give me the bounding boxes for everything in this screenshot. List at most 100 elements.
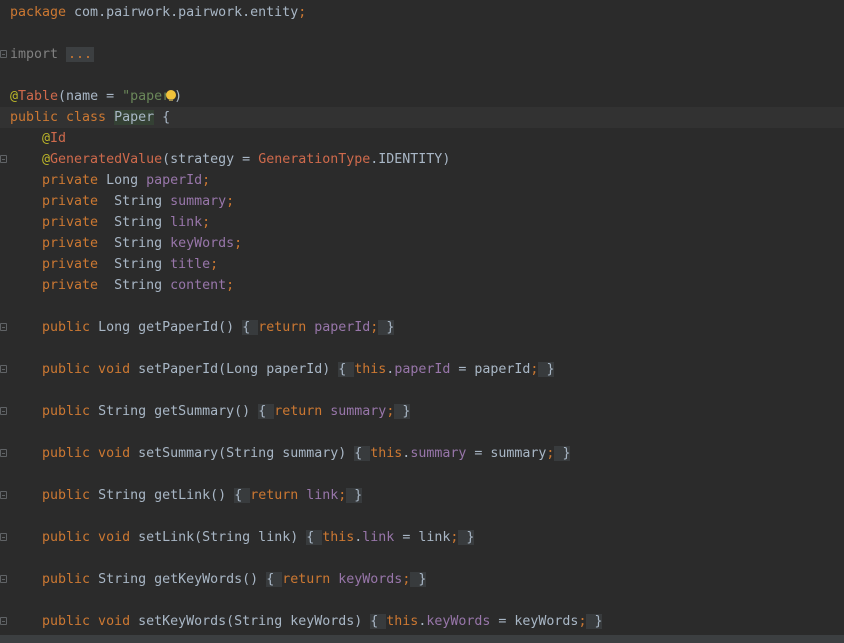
code-line[interactable]: @Id [0, 128, 844, 149]
code-text: public Long getPaperId() { return paperI… [10, 317, 395, 338]
code-line[interactable] [0, 506, 844, 527]
code-line[interactable]: private String content; [0, 275, 844, 296]
code-line[interactable] [0, 380, 844, 401]
code-token: getSummary [154, 404, 235, 419]
code-line[interactable]: private String summary; [0, 191, 844, 212]
code-token: public void [10, 446, 139, 461]
code-line[interactable]: public String getLink() { return link; } [0, 485, 844, 506]
code-line[interactable]: private String link; [0, 212, 844, 233]
fold-marker-icon[interactable] [0, 491, 7, 499]
code-token: paperId [314, 320, 371, 335]
code-text: public void setSummary(String summary) {… [10, 443, 571, 464]
fold-marker-icon[interactable] [0, 407, 7, 415]
code-token: String [114, 194, 171, 209]
code-token: return [250, 488, 307, 503]
code-line[interactable]: public Long getPaperId() { return paperI… [0, 317, 844, 338]
code-token: String [114, 278, 171, 293]
code-text: package com.pairwork.pairwork.entity; [10, 2, 306, 23]
code-text: private String title; [10, 254, 218, 275]
code-token: = link [394, 530, 451, 545]
code-line[interactable]: public class Paper { [0, 107, 844, 128]
code-token: public void [10, 362, 139, 377]
code-text: public String getLink() { return link; } [10, 485, 363, 506]
code-line[interactable]: public String getSummary() { return summ… [0, 401, 844, 422]
fold-marker-icon[interactable] [0, 365, 7, 373]
code-token: this [386, 614, 419, 629]
code-line[interactable]: private String title; [0, 254, 844, 275]
code-token: String [98, 488, 155, 503]
code-token: keyWords [170, 236, 235, 251]
code-line[interactable] [0, 464, 844, 485]
code-line[interactable] [0, 590, 844, 611]
code-token: getLink [154, 488, 211, 503]
code-token: { [154, 110, 171, 125]
code-token: = keyWords [490, 614, 579, 629]
code-line[interactable]: import ... [0, 44, 844, 65]
fold-marker-icon[interactable] [0, 155, 7, 163]
code-line[interactable]: public String getKeyWords() { return key… [0, 569, 844, 590]
code-editor[interactable]: package com.pairwork.pairwork.entity; imp… [0, 0, 844, 643]
code-token: } [586, 614, 603, 629]
code-line[interactable] [0, 422, 844, 443]
code-token: private [10, 173, 107, 188]
code-line[interactable]: public void setLink(String link) { this.… [0, 527, 844, 548]
code-line[interactable]: public void setSummary(String summary) {… [0, 443, 844, 464]
code-token: String [114, 215, 171, 230]
code-line[interactable]: package com.pairwork.pairwork.entity; [0, 2, 844, 23]
code-token: public [10, 404, 99, 419]
code-token: content [170, 278, 227, 293]
code-token: () [218, 320, 243, 335]
code-token: setLink [138, 530, 195, 545]
code-token: { [234, 488, 251, 503]
code-token: Table [18, 89, 59, 104]
code-token: keyWords [426, 614, 491, 629]
code-token: private [10, 278, 115, 293]
code-line[interactable]: public void setPaperId(Long paperId) { t… [0, 359, 844, 380]
code-token: title [170, 257, 211, 272]
code-token: } [538, 362, 555, 377]
code-token: } [410, 572, 427, 587]
code-text: public void setKeyWords(String keyWords)… [10, 611, 603, 632]
code-token: getPaperId [138, 320, 219, 335]
code-token: public [10, 572, 99, 587]
code-line[interactable] [0, 548, 844, 569]
code-line[interactable] [0, 338, 844, 359]
fold-marker-icon[interactable] [0, 449, 7, 457]
code-token: { [370, 614, 387, 629]
fold-marker-icon[interactable] [0, 50, 7, 58]
code-text: @Table(name = "paper) [10, 86, 182, 107]
code-token: public class [10, 110, 115, 125]
code-token: setKeyWords [138, 614, 227, 629]
code-line[interactable] [0, 65, 844, 86]
code-token[interactable]: ... [66, 47, 95, 62]
fold-marker-icon[interactable] [0, 323, 7, 331]
code-token: link [362, 530, 395, 545]
fold-marker-icon[interactable] [0, 575, 7, 583]
code-text: public void setLink(String link) { this.… [10, 527, 475, 548]
code-token: package [10, 5, 75, 20]
code-line[interactable]: @GeneratedValue(strategy = GenerationTyp… [0, 149, 844, 170]
code-line[interactable]: public void setKeyWords(String keyWords)… [0, 611, 844, 632]
code-line[interactable] [0, 296, 844, 317]
code-line[interactable]: private String keyWords; [0, 233, 844, 254]
horizontal-scrollbar[interactable] [0, 635, 844, 643]
code-token: ; [226, 194, 235, 209]
code-token: setPaperId [138, 362, 219, 377]
code-line[interactable]: private Long paperId; [0, 170, 844, 191]
code-line[interactable]: @Table(name = "paper) [0, 86, 844, 107]
code-token: () [242, 572, 267, 587]
code-token: ; [298, 5, 307, 20]
code-token: ; [210, 257, 219, 272]
code-token: link [170, 215, 203, 230]
code-token: getKeyWords [154, 572, 243, 587]
code-token: { [306, 530, 323, 545]
fold-marker-icon[interactable] [0, 533, 7, 541]
code-token: com.pairwork.pairwork.entity [74, 5, 299, 20]
fold-marker-icon[interactable] [0, 617, 7, 625]
code-token: ; [234, 236, 243, 251]
code-token: { [266, 572, 283, 587]
code-line[interactable] [0, 23, 844, 44]
code-token: GenerationType [258, 152, 371, 167]
code-text: private String keyWords; [10, 233, 242, 254]
code-text: private String summary; [10, 191, 234, 212]
